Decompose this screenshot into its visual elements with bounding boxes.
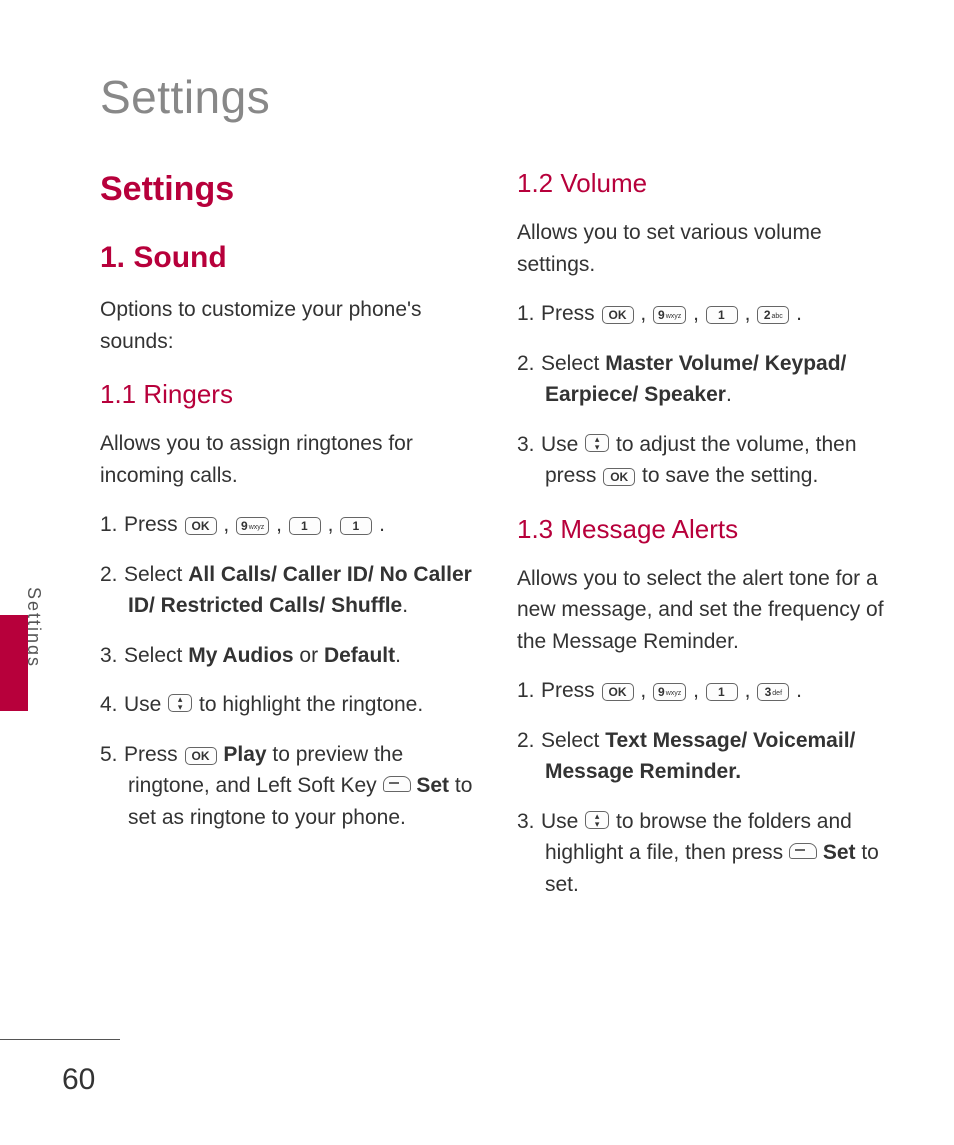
step-text: Press [541,679,601,702]
step-text: Press [541,302,601,325]
step-text: Use [541,810,584,833]
heading-ringers: 1.1 Ringers [100,375,477,414]
ringers-step-3: 3.Select My Audios or Default. [100,640,477,672]
nine-key-icon: 9wxyz [236,517,269,535]
step-text: Select [541,352,605,375]
step-text: Select [124,644,188,667]
ok-key-icon: OK [603,468,635,486]
heading-settings: Settings [100,164,477,215]
step-text: Press [124,743,184,766]
alerts-step-1: 1.Press OK , 9wxyz , 1 , 3def . [517,675,894,707]
ok-key-icon: OK [602,683,634,701]
page-number: 60 [62,1063,95,1097]
step-bold: Play [223,743,266,766]
nine-key-icon: 9wxyz [653,306,686,324]
step-text: . [726,383,732,406]
right-column: 1.2 Volume Allows you to set various vol… [517,164,894,918]
step-bold: My Audios [188,644,293,667]
one-key-icon: 1 [340,517,372,535]
step-text: Select [541,729,605,752]
content-columns: Settings 1. Sound Options to customize y… [100,164,894,918]
left-column: Settings 1. Sound Options to customize y… [100,164,477,918]
heading-volume: 1.2 Volume [517,164,894,203]
step-number: 3. [100,640,124,672]
step-text: Use [541,433,584,456]
left-softkey-icon [383,776,411,792]
step-bold: Set [823,841,856,864]
ringers-step-4: 4.Use ▴▾ to highlight the ringtone. [100,689,477,721]
step-text: . [402,594,408,617]
nine-key-icon: 9wxyz [653,683,686,701]
volume-step-2: 2.Select Master Volume/ Keypad/ Earpiece… [517,348,894,411]
step-number: 3. [517,429,541,461]
one-key-icon: 1 [706,683,738,701]
nav-key-icon: ▴▾ [585,434,609,452]
ok-key-icon: OK [185,517,217,535]
ringers-step-2: 2.Select All Calls/ Caller ID/ No Caller… [100,559,477,622]
step-text: . [395,644,401,667]
side-tab: Settings [0,615,64,713]
sound-intro: Options to customize your phone's sounds… [100,294,477,357]
page-title: Settings [100,70,894,124]
three-key-icon: 3def [757,683,789,701]
two-key-icon: 2abc [757,306,789,324]
step-number: 1. [517,298,541,330]
step-bold: Default [324,644,395,667]
volume-step-1: 1.Press OK , 9wxyz , 1 , 2abc . [517,298,894,330]
side-tab-bar [0,615,28,711]
ringers-intro: Allows you to assign ringtones for incom… [100,428,477,491]
volume-intro: Allows you to set various volume setting… [517,217,894,280]
step-number: 2. [100,559,124,591]
volume-step-3: 3.Use ▴▾ to adjust the volume, then pres… [517,429,894,492]
ok-key-icon: OK [185,747,217,765]
ok-key-icon: OK [602,306,634,324]
nav-key-icon: ▴▾ [168,694,192,712]
step-text: or [294,644,324,667]
step-text: to save the setting. [636,464,818,487]
step-number: 4. [100,689,124,721]
nav-key-icon: ▴▾ [585,811,609,829]
alerts-step-2: 2.Select Text Message/ Voicemail/ Messag… [517,725,894,788]
step-number: 3. [517,806,541,838]
step-number: 2. [517,348,541,380]
step-number: 1. [517,675,541,707]
step-bold: Set [416,774,449,797]
step-number: 5. [100,739,124,771]
footer-rule [0,1039,120,1040]
alerts-step-3: 3.Use ▴▾ to browse the folders and highl… [517,806,894,901]
heading-message-alerts: 1.3 Message Alerts [517,510,894,549]
manual-page: Settings Settings 1. Sound Options to cu… [0,0,954,1145]
heading-sound: 1. Sound [100,235,477,280]
step-number: 2. [517,725,541,757]
one-key-icon: 1 [706,306,738,324]
left-softkey-icon [789,843,817,859]
step-text: Select [124,563,188,586]
step-text: Press [124,513,184,536]
step-text: to highlight the ringtone. [199,693,423,716]
one-key-icon: 1 [289,517,321,535]
ringers-step-1: 1.Press OK , 9wxyz , 1 , 1 . [100,509,477,541]
alerts-intro: Allows you to select the alert tone for … [517,563,894,658]
step-number: 1. [100,509,124,541]
ringers-step-5: 5.Press OK Play to preview the ringtone,… [100,739,477,834]
step-text: Use [124,693,167,716]
